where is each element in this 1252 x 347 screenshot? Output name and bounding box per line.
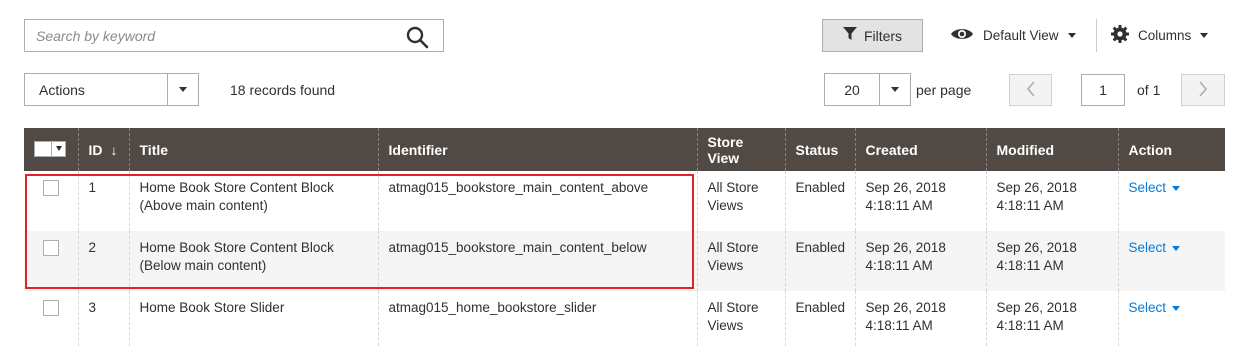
column-header-store-view[interactable]: Store View (696, 128, 785, 171)
column-header-status[interactable]: Status (784, 128, 855, 171)
caret-down-icon (1172, 305, 1181, 311)
chevron-right-icon (1198, 80, 1208, 100)
toolbar-divider (1096, 19, 1097, 52)
created-cell: Sep 26, 2018 4:18:11 AM (854, 171, 986, 231)
title-cell: Home Book Store Content Block (Above main… (128, 171, 378, 231)
action-cell: Select (1117, 231, 1225, 291)
column-header-action: Action (1117, 128, 1225, 171)
select-action-link[interactable]: Select (1129, 299, 1181, 317)
identifier-cell: atmag015_bookstore_main_content_above (377, 171, 697, 231)
table-row[interactable]: 1 Home Book Store Content Block (Above ma… (24, 171, 1225, 231)
table-row[interactable]: 3 Home Book Store Slider atmag015_home_b… (24, 291, 1225, 347)
current-page-input[interactable] (1081, 74, 1125, 106)
modified-cell: Sep 26, 2018 4:18:11 AM (985, 171, 1118, 231)
caret-down-icon (1172, 185, 1181, 191)
identifier-cell: atmag015_home_bookstore_slider (377, 291, 697, 347)
column-header-created[interactable]: Created (854, 128, 986, 171)
previous-page-button[interactable] (1009, 74, 1052, 106)
search-box (24, 19, 444, 52)
columns-button[interactable]: Columns (1111, 19, 1209, 52)
columns-label: Columns (1138, 28, 1192, 43)
search-icon[interactable] (405, 25, 429, 49)
default-view-label: Default View (983, 28, 1059, 43)
caret-down-icon (1200, 33, 1209, 38)
row-checkbox[interactable] (42, 180, 59, 196)
mass-select-checkbox[interactable] (34, 140, 66, 157)
select-action-link[interactable]: Select (1129, 239, 1181, 257)
gear-icon (1111, 25, 1129, 46)
default-view-button[interactable]: Default View (950, 19, 1076, 52)
action-cell: Select (1117, 171, 1225, 231)
row-select-cell (24, 231, 78, 291)
per-page-label: per page (916, 82, 972, 98)
select-action-link[interactable]: Select (1129, 179, 1181, 197)
next-page-button[interactable] (1181, 74, 1225, 106)
row-checkbox[interactable] (42, 240, 59, 256)
per-page-value: 20 (844, 81, 860, 98)
caret-down-icon (1172, 245, 1181, 251)
funnel-icon (842, 27, 857, 44)
column-header-id[interactable]: ID ↓ (77, 128, 129, 171)
table-row[interactable]: 2 Home Book Store Content Block (Below ma… (24, 231, 1225, 291)
content-blocks-grid: ID ↓ Title Identifier Store View Status C… (24, 128, 1225, 347)
modified-cell: Sep 26, 2018 4:18:11 AM (985, 291, 1118, 347)
records-count: 18 records found (230, 82, 336, 98)
sort-arrow-icon: ↓ (110, 141, 118, 158)
column-header-modified[interactable]: Modified (985, 128, 1118, 171)
created-cell: Sep 26, 2018 4:18:11 AM (854, 291, 986, 347)
id-cell: 1 (77, 171, 129, 231)
store-view-cell: All Store Views (696, 171, 785, 231)
row-select-cell (24, 291, 78, 347)
status-cell: Enabled (784, 171, 855, 231)
column-header-identifier[interactable]: Identifier (377, 128, 697, 171)
caret-down-icon (51, 141, 65, 156)
grid-header-row: ID ↓ Title Identifier Store View Status C… (24, 128, 1225, 171)
modified-cell: Sep 26, 2018 4:18:11 AM (985, 231, 1118, 291)
chevron-left-icon (1026, 80, 1036, 100)
actions-label: Actions (39, 81, 85, 98)
column-header-title[interactable]: Title (128, 128, 378, 171)
per-page-select[interactable]: 20 (824, 73, 911, 106)
mass-select-header (24, 128, 78, 171)
eye-icon (950, 27, 974, 44)
store-view-cell: All Store Views (696, 231, 785, 291)
store-view-cell: All Store Views (696, 291, 785, 347)
search-input[interactable] (25, 20, 395, 51)
filters-button[interactable]: Filters (822, 19, 923, 52)
action-cell: Select (1117, 291, 1225, 347)
caret-down-icon (1067, 33, 1076, 38)
filters-label: Filters (863, 27, 903, 44)
caret-down-icon (167, 74, 198, 105)
status-cell: Enabled (784, 231, 855, 291)
row-checkbox[interactable] (42, 300, 59, 316)
created-cell: Sep 26, 2018 4:18:11 AM (854, 231, 986, 291)
title-cell: Home Book Store Slider (128, 291, 378, 347)
id-cell: 2 (77, 231, 129, 291)
actions-dropdown[interactable]: Actions (24, 73, 199, 106)
row-select-cell (24, 171, 78, 231)
id-cell: 3 (77, 291, 129, 347)
title-cell: Home Book Store Content Block (Below main… (128, 231, 378, 291)
identifier-cell: atmag015_bookstore_main_content_below (377, 231, 697, 291)
caret-down-icon (879, 74, 910, 105)
status-cell: Enabled (784, 291, 855, 347)
total-pages-label: of 1 (1137, 82, 1161, 98)
